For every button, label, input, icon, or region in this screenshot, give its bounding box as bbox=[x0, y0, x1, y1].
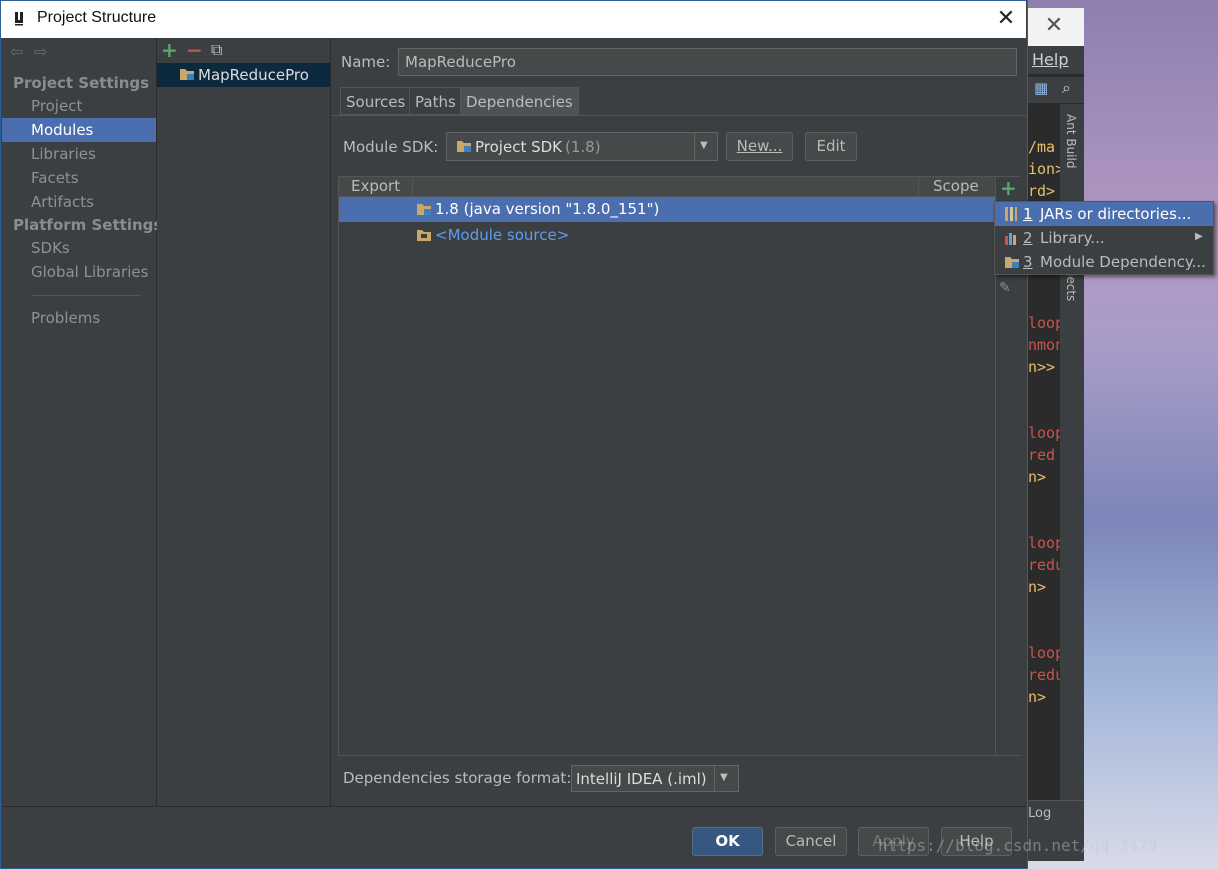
dependencies-table bbox=[338, 176, 1020, 756]
code-fragment: redu bbox=[1028, 666, 1060, 684]
add-dependency-icon[interactable]: + bbox=[1000, 176, 1017, 200]
menu-item-module-dependency[interactable]: Module Dependency... bbox=[1040, 253, 1206, 271]
code-fragment: n> bbox=[1028, 578, 1047, 596]
module-dependency-icon bbox=[1004, 255, 1020, 273]
select-divider bbox=[714, 766, 715, 791]
nav-item-libraries[interactable]: Libraries bbox=[31, 145, 96, 163]
code-fragment: /ma bbox=[1028, 138, 1056, 156]
scope-column-header[interactable]: Scope bbox=[933, 177, 979, 195]
dependency-module-source[interactable]: <Module source> bbox=[435, 226, 569, 244]
code-fragment: n> bbox=[1028, 468, 1047, 486]
new-sdk-button[interactable]: New... bbox=[726, 132, 793, 161]
source-folder-icon bbox=[416, 228, 432, 246]
export-column-header[interactable]: Export bbox=[351, 177, 400, 195]
code-fragment: red bbox=[1028, 446, 1056, 464]
nav-item-artifacts[interactable]: Artifacts bbox=[31, 193, 94, 211]
select-divider bbox=[694, 133, 695, 160]
nav-item-global-libraries[interactable]: Global Libraries bbox=[31, 263, 148, 281]
back-arrow-icon[interactable]: ⇦ bbox=[10, 42, 23, 61]
sdk-value: Project SDK bbox=[475, 138, 562, 156]
ok-button[interactable]: OK bbox=[692, 827, 763, 856]
add-module-icon[interactable]: + bbox=[161, 38, 178, 62]
storage-format-label: Dependencies storage format: bbox=[343, 769, 572, 787]
code-fragment: loop bbox=[1028, 424, 1060, 442]
tab-paths[interactable]: Paths bbox=[409, 87, 462, 115]
cancel-button[interactable]: Cancel bbox=[775, 827, 847, 856]
footer-divider bbox=[2, 806, 1026, 807]
menu-item-number: 1 bbox=[1023, 205, 1033, 223]
intellij-logo-icon bbox=[12, 9, 30, 27]
module-name-input[interactable] bbox=[398, 48, 1017, 76]
code-fragment: redu bbox=[1028, 556, 1060, 574]
dependency-jdk[interactable]: 1.8 (java version "1.8.0_151") bbox=[435, 200, 659, 218]
chevron-down-icon[interactable]: ▼ bbox=[720, 772, 728, 783]
nav-item-facets[interactable]: Facets bbox=[31, 169, 79, 187]
remove-module-icon[interactable]: − bbox=[186, 38, 203, 62]
tab-sources[interactable]: Sources bbox=[340, 87, 412, 115]
code-fragment: ion> bbox=[1028, 160, 1060, 178]
storage-format-value: IntelliJ IDEA (.iml) bbox=[576, 770, 707, 788]
header-divider bbox=[918, 177, 919, 196]
code-fragment: loop bbox=[1028, 314, 1060, 332]
dialog-title: Project Structure bbox=[37, 9, 157, 26]
submenu-arrow-icon: ▶ bbox=[1195, 231, 1203, 242]
code-fragment: rd> bbox=[1028, 182, 1056, 200]
background-help-menu[interactable]: Help bbox=[1032, 50, 1068, 69]
code-fragment: n>> bbox=[1028, 358, 1056, 376]
jar-icon bbox=[1004, 206, 1018, 226]
sdk-folder-icon bbox=[456, 139, 472, 157]
modules-panel bbox=[157, 38, 331, 806]
pencil-edit-icon[interactable]: ✎ bbox=[999, 280, 1011, 296]
storage-format-select[interactable]: IntelliJ IDEA (.iml) ▼ bbox=[571, 765, 739, 792]
platform-settings-header: Platform Settings bbox=[13, 216, 163, 234]
chevron-down-icon[interactable]: ▼ bbox=[700, 140, 708, 151]
library-icon bbox=[1004, 231, 1018, 249]
ant-build-tab[interactable]: Ant Build bbox=[1064, 114, 1078, 168]
structure-icon[interactable]: ▦ bbox=[1034, 79, 1048, 97]
header-divider bbox=[412, 177, 413, 196]
code-fragment: n> bbox=[1028, 688, 1047, 706]
menu-item-number: 2 bbox=[1023, 229, 1033, 247]
code-fragment: nmon bbox=[1028, 336, 1060, 354]
module-item-mapreducepro[interactable]: MapReducePro bbox=[198, 66, 309, 84]
code-fragment: loop bbox=[1028, 534, 1060, 552]
menu-item-jars[interactable]: JARs or directories... bbox=[1040, 205, 1191, 223]
background-close-icon[interactable]: ✕ bbox=[1040, 12, 1068, 40]
event-log-tab[interactable]: Log bbox=[1028, 806, 1051, 821]
menu-item-library[interactable]: Library... bbox=[1040, 229, 1105, 247]
sdk-version: (1.8) bbox=[565, 138, 601, 156]
module-sdk-label: Module SDK: bbox=[343, 138, 439, 156]
menu-item-number: 3 bbox=[1023, 253, 1033, 271]
search-icon[interactable]: ⌕ bbox=[1062, 78, 1071, 98]
nav-item-project[interactable]: Project bbox=[31, 97, 82, 115]
name-label: Name: bbox=[341, 53, 391, 71]
forward-arrow-icon[interactable]: ⇨ bbox=[34, 42, 47, 61]
module-folder-icon bbox=[179, 67, 195, 85]
copy-module-icon[interactable]: ⧉ bbox=[211, 40, 222, 60]
close-icon[interactable]: ✕ bbox=[990, 4, 1022, 34]
tabs-divider bbox=[332, 115, 1026, 116]
nav-item-sdks[interactable]: SDKs bbox=[31, 239, 70, 257]
nav-divider bbox=[31, 295, 141, 296]
project-settings-header: Project Settings bbox=[13, 74, 150, 92]
code-fragment: loop bbox=[1028, 644, 1060, 662]
sdk-folder-icon bbox=[416, 202, 432, 220]
nav-item-problems[interactable]: Problems bbox=[31, 309, 100, 327]
background-toolbar: ▦ ⌕ bbox=[1028, 76, 1084, 103]
edit-sdk-button[interactable]: Edit bbox=[805, 132, 857, 161]
dependencies-table-header bbox=[339, 177, 995, 197]
module-sdk-select[interactable]: Project SDK (1.8) ▼ bbox=[446, 132, 718, 161]
tab-dependencies[interactable]: Dependencies bbox=[460, 87, 579, 115]
watermark: https://blog.csdn.net/qq_3479 bbox=[878, 836, 1158, 855]
nav-item-modules[interactable]: Modules bbox=[31, 121, 93, 139]
